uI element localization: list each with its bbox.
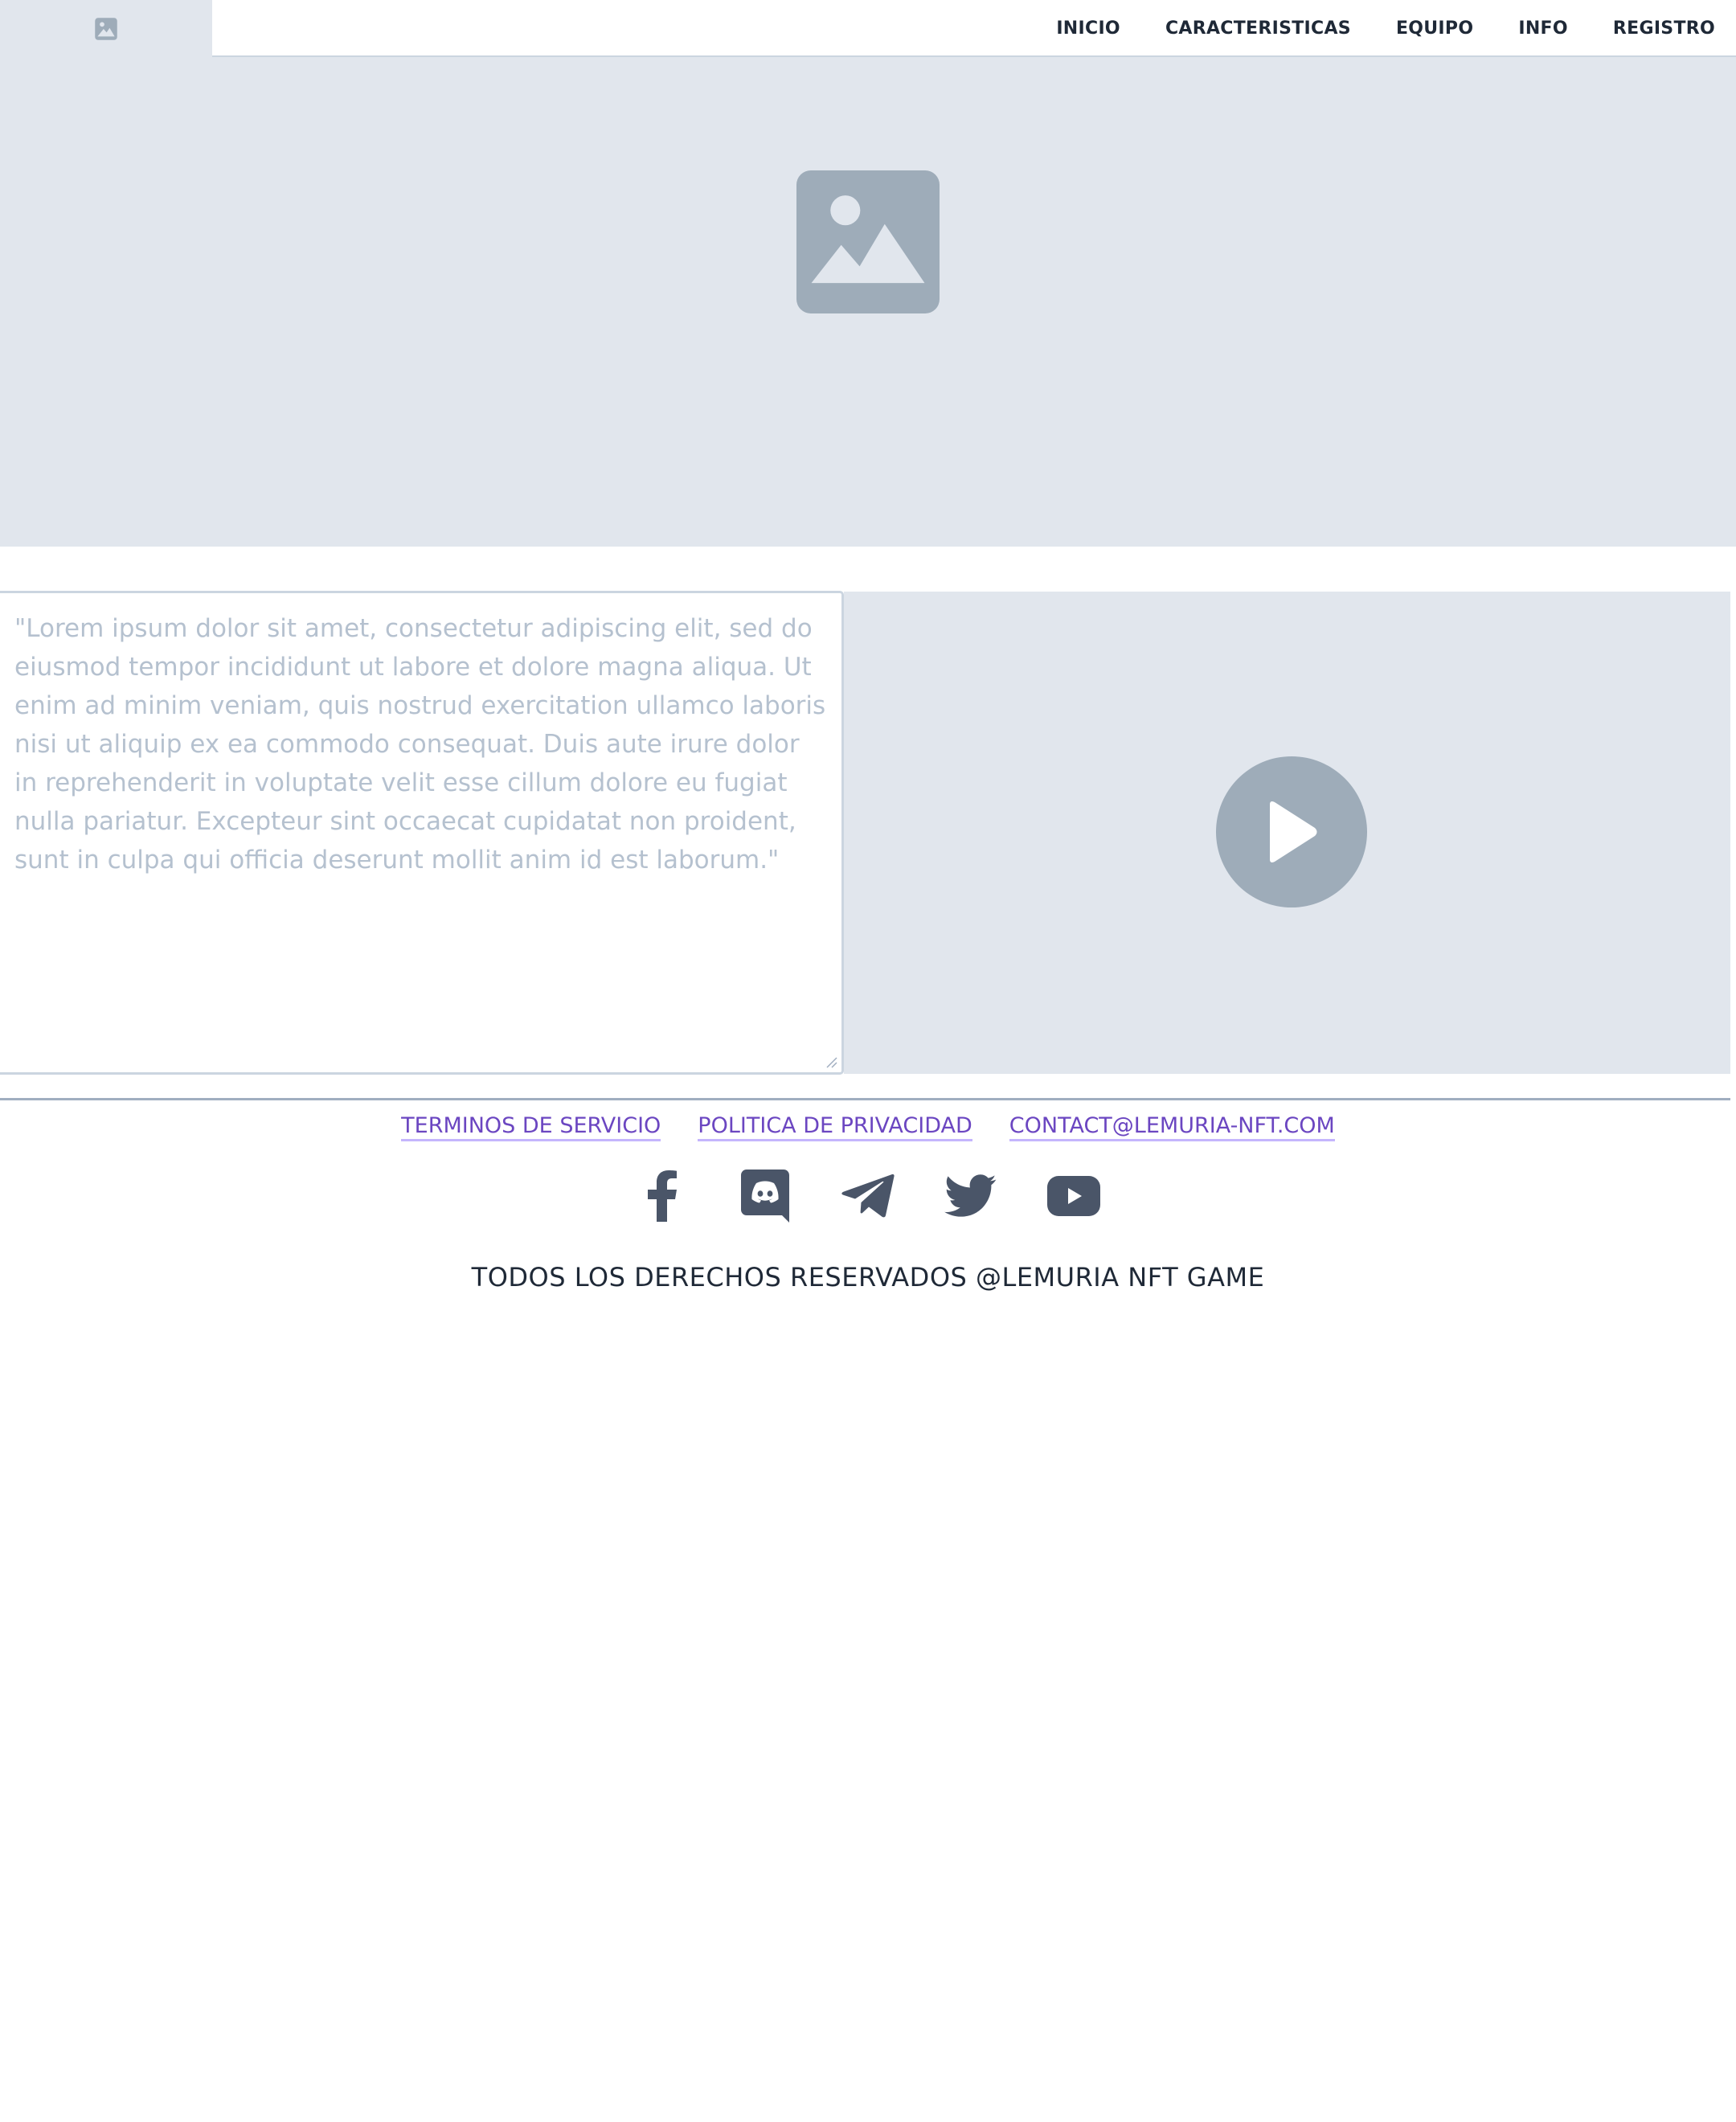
copyright-text: TODOS LOS DERECHOS RESERVADOS @LEMURIA N… xyxy=(471,1262,1265,1292)
resize-handle-icon[interactable] xyxy=(824,1055,838,1069)
terms-link[interactable]: TERMINOS DE SERVICIO xyxy=(401,1113,661,1141)
footer-links: TERMINOS DE SERVICIO POLITICA DE PRIVACI… xyxy=(0,1113,1736,1141)
discord-link[interactable] xyxy=(739,1170,792,1223)
nav-item-caracteristicas[interactable]: CARACTERISTICAS xyxy=(1165,18,1351,39)
play-button[interactable] xyxy=(1215,756,1367,907)
nav-item-equipo[interactable]: EQUIPO xyxy=(1396,18,1473,39)
nav-item-registro[interactable]: REGISTRO xyxy=(1613,18,1715,39)
social-links xyxy=(0,1170,1736,1223)
description-textarea[interactable]: "Lorem ipsum dolor sit amet, consectetur… xyxy=(0,591,844,1075)
main-nav: INICIO CARACTERISTICAS EQUIPO INFO REGIS… xyxy=(1056,0,1715,57)
nav-item-info[interactable]: INFO xyxy=(1518,18,1568,39)
youtube-link[interactable] xyxy=(1047,1170,1100,1223)
telegram-icon xyxy=(841,1174,895,1218)
telegram-link[interactable] xyxy=(841,1170,895,1223)
privacy-link[interactable]: POLITICA DE PRIVACIDAD xyxy=(698,1113,972,1141)
facebook-link[interactable] xyxy=(636,1170,689,1223)
video-placeholder[interactable] xyxy=(844,592,1730,1074)
image-placeholder-icon xyxy=(95,17,117,40)
image-placeholder-icon xyxy=(796,170,940,313)
facebook-icon xyxy=(648,1170,677,1222)
youtube-icon xyxy=(1047,1176,1100,1216)
contact-email-link[interactable]: CONTACT@LEMURIA-NFT.COM xyxy=(1009,1113,1335,1141)
discord-icon xyxy=(741,1170,789,1223)
twitter-link[interactable] xyxy=(944,1170,997,1223)
site-header: INICIO CARACTERISTICAS EQUIPO INFO REGIS… xyxy=(0,0,1736,57)
nav-item-inicio[interactable]: INICIO xyxy=(1056,18,1120,39)
twitter-icon xyxy=(944,1174,997,1217)
hero-image-placeholder xyxy=(0,57,1736,547)
description-text: "Lorem ipsum dolor sit amet, consectetur… xyxy=(14,614,826,875)
play-icon xyxy=(1269,801,1316,862)
footer-divider xyxy=(0,1098,1730,1100)
logo[interactable] xyxy=(0,0,212,57)
